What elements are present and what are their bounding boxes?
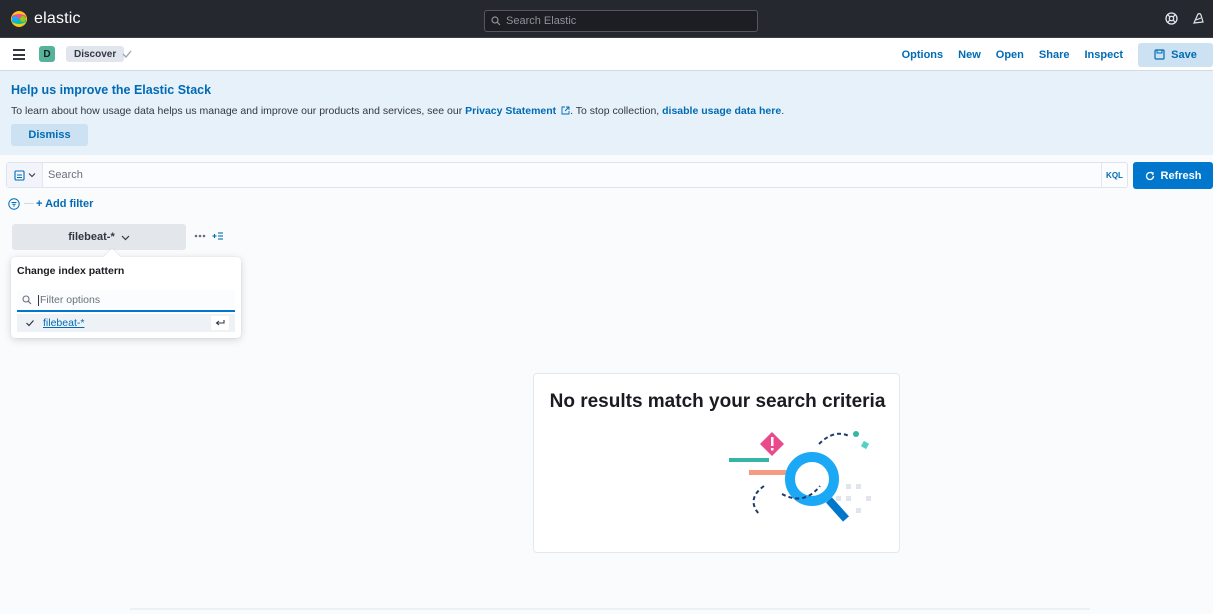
share-link[interactable]: Share [1039,49,1070,61]
page-bottom-divider [130,608,1090,610]
index-pattern-option[interactable]: filebeat-* [17,314,235,332]
filter-options-input[interactable]: Filter options [17,290,235,312]
elastic-logo[interactable]: elastic [10,10,81,28]
refresh-icon [1145,171,1154,180]
return-key-icon [211,316,229,330]
dismiss-button[interactable]: Dismiss [11,124,88,146]
no-results-illustration [729,431,871,522]
options-link[interactable]: Options [902,49,944,61]
external-link-icon [561,106,570,115]
menu-icon[interactable] [13,49,25,63]
no-results-panel: No results match your search criteria [533,373,900,553]
disable-usage-link[interactable]: disable usage data here [662,105,781,117]
global-search-placeholder: Search Elastic [506,15,577,27]
callout-text-before: To learn about how usage data helps us m… [11,105,466,117]
save-button[interactable]: Save [1138,42,1213,67]
chevron-down-icon [121,235,130,240]
search-icon [491,16,501,26]
global-search-input[interactable]: Search Elastic [484,10,758,32]
query-bar: Search KQL [6,162,1128,188]
index-pattern-selector[interactable]: filebeat-* [12,224,186,250]
no-results-title: No results match your search criteria [549,391,886,412]
refresh-button[interactable]: Refresh [1133,162,1213,189]
save-label: Save [1171,48,1197,61]
text-cursor [38,294,39,306]
callout-title: Help us improve the Elastic Stack [11,83,212,97]
index-pattern-label: filebeat-* [68,231,115,243]
callout-text-middle: . To stop collection, [570,105,663,117]
search-icon [22,295,32,305]
check-icon [122,50,132,58]
check-icon [26,320,34,327]
open-link[interactable]: Open [996,49,1024,61]
callout-text-after: . [781,105,785,117]
saved-query-menu-button[interactable] [7,163,43,187]
chevron-down-icon [28,173,35,178]
logo-text: elastic [34,10,81,27]
query-input[interactable]: Search [48,169,83,181]
refresh-label: Refresh [1160,169,1202,182]
app-bar: D Discover Options New Open Share Inspec… [0,38,1213,71]
inspect-link[interactable]: Inspect [1084,49,1123,61]
add-filter-button[interactable]: + Add filter [36,198,93,210]
query-language-switcher[interactable]: KQL [1101,163,1127,187]
save-icon [1154,49,1165,60]
popover-title: Change index pattern [17,265,125,277]
callout-text: To learn about how usage data helps us m… [11,105,784,117]
privacy-statement-link[interactable]: Privacy Statement [465,105,556,117]
new-link[interactable]: New [958,49,981,61]
breadcrumb-discover[interactable]: Discover [66,46,125,62]
popover-arrow [103,248,121,266]
global-header: elastic Search Elastic [0,0,1213,38]
telemetry-callout: Help us improve the Elastic Stack To lea… [0,71,1213,155]
change-index-pattern-popover: Change index pattern Filter options file… [11,248,241,338]
elastic-logo-icon [11,11,27,27]
more-options-icon[interactable] [194,234,206,238]
filter-options-placeholder: Filter options [40,294,101,306]
help-icon[interactable] [1165,12,1178,25]
filter-menu-icon[interactable] [8,198,20,210]
save-icon [13,169,25,181]
filter-divider: — [24,198,34,209]
add-field-icon[interactable] [212,231,223,241]
index-pattern-option-label: filebeat-* [43,317,85,329]
newsfeed-icon[interactable] [1192,12,1205,25]
space-avatar[interactable]: D [39,46,55,62]
